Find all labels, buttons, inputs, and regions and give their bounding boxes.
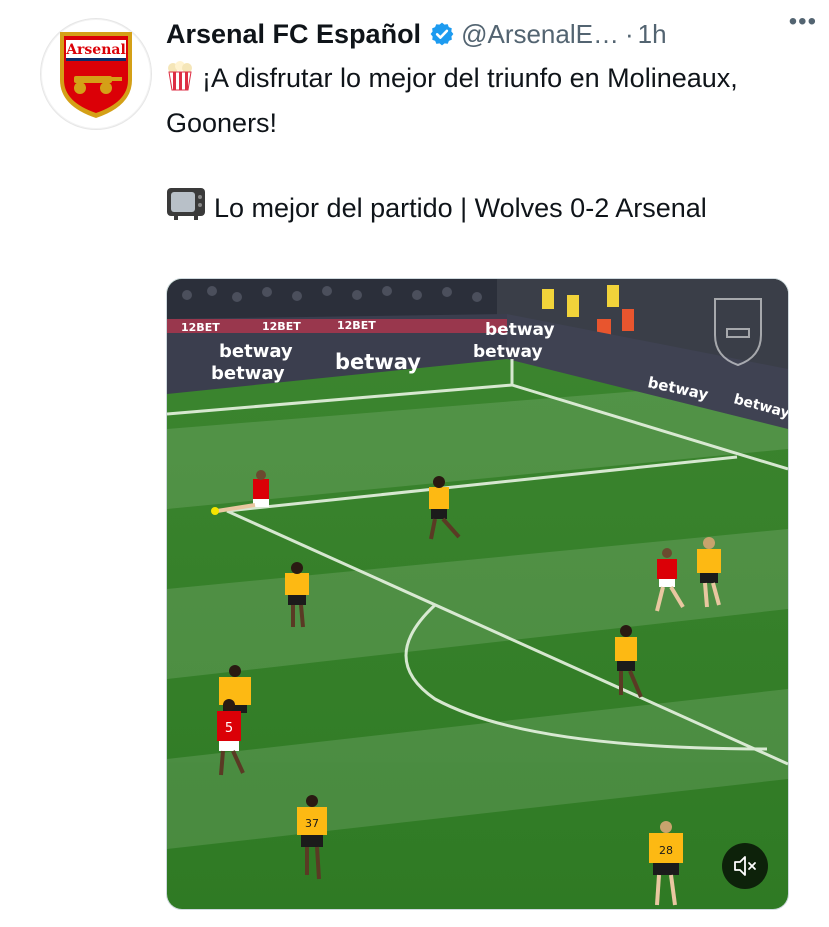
tweet-line-1-text: ¡A disfrutar lo mejor del triunfo en Mol… bbox=[166, 63, 738, 138]
svg-text:5: 5 bbox=[225, 721, 233, 736]
ad-board-5: betway bbox=[473, 342, 543, 362]
ad-board-4: betway bbox=[485, 320, 555, 340]
tweet-text: ¡A disfrutar lo mejor del triunfo en Mol… bbox=[166, 58, 786, 233]
video-player[interactable]: 12BET 12BET 12BET betway betway betway b… bbox=[166, 278, 789, 910]
popcorn-icon bbox=[166, 61, 194, 103]
svg-text:28: 28 bbox=[659, 844, 673, 857]
tweet-header: Arsenal FC Español @ArsenalE… · 1h bbox=[166, 14, 819, 54]
timestamp[interactable]: 1h bbox=[638, 19, 667, 50]
svg-text:37: 37 bbox=[305, 817, 319, 830]
ad-top-3: 12BET bbox=[337, 319, 376, 332]
ad-board-1: betway bbox=[219, 341, 293, 362]
tweet-line-2: Lo mejor del partido | Wolves 0-2 Arsena… bbox=[166, 185, 786, 233]
avatar[interactable]: Arsenal bbox=[40, 18, 152, 130]
user-handle[interactable]: @ArsenalE… bbox=[461, 19, 619, 50]
match-video-frame: 12BET 12BET 12BET betway betway betway b… bbox=[167, 279, 788, 909]
crest-text: Arsenal bbox=[65, 42, 126, 58]
television-icon bbox=[166, 185, 206, 233]
display-name[interactable]: Arsenal FC Español bbox=[166, 19, 421, 50]
more-options-icon[interactable]: ••• bbox=[789, 8, 817, 36]
arsenal-crest-icon: Arsenal bbox=[60, 32, 132, 118]
ad-top-1: 12BET bbox=[181, 321, 220, 334]
verified-badge-icon bbox=[430, 22, 454, 46]
ad-board-3: betway bbox=[335, 350, 421, 374]
separator-dot: · bbox=[624, 18, 634, 49]
tweet-line-1: ¡A disfrutar lo mejor del triunfo en Mol… bbox=[166, 58, 786, 144]
muted-speaker-icon bbox=[734, 856, 756, 876]
ad-board-2: betway bbox=[211, 363, 285, 384]
ad-top-2: 12BET bbox=[262, 320, 301, 333]
tweet-line-2-text: Lo mejor del partido | Wolves 0-2 Arsena… bbox=[214, 193, 707, 223]
mute-toggle-button[interactable] bbox=[722, 843, 768, 889]
